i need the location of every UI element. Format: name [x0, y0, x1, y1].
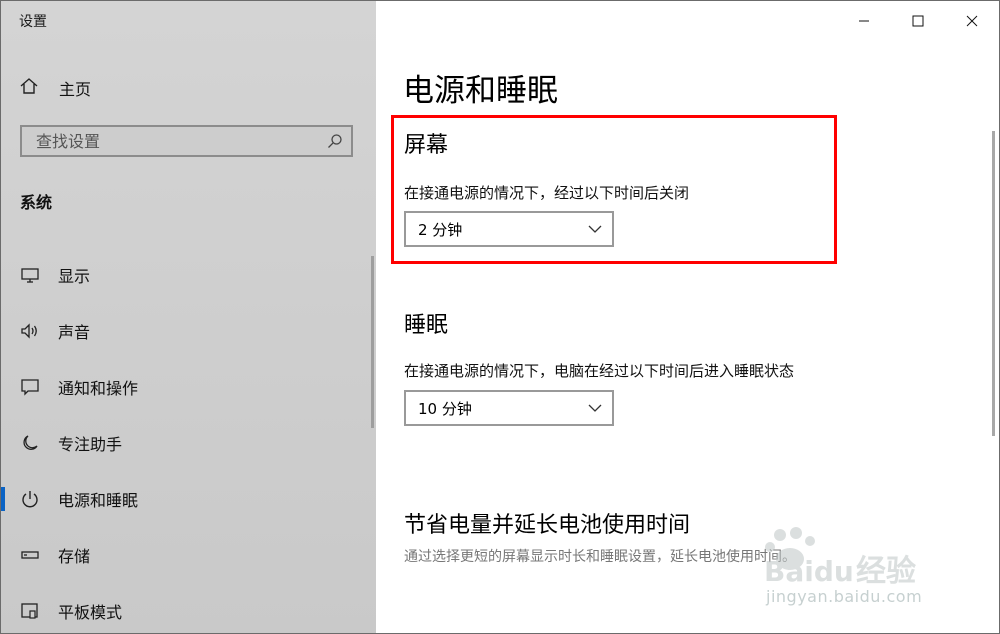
battery-heading: 节省电量并延长电池使用时间	[404, 513, 691, 538]
window-controls	[837, 1, 999, 41]
watermark-url: jingyan.baidu.com	[766, 587, 923, 606]
close-icon	[966, 12, 978, 31]
minimize-button[interactable]	[837, 1, 891, 41]
speaker-icon	[20, 321, 40, 341]
close-button[interactable]	[945, 1, 999, 41]
sidebar-item-tablet-mode[interactable]: 平板模式	[1, 583, 376, 633]
settings-window: 设置 主页 系统 显示 声	[0, 0, 1000, 634]
svg-text:经验: 经验	[856, 554, 916, 587]
sidebar-item-sound[interactable]: 声音	[1, 303, 376, 359]
sidebar-item-label: 专注助手	[58, 435, 123, 454]
home-nav-item[interactable]: 主页	[19, 75, 91, 101]
minimize-icon	[858, 12, 870, 31]
section-title: 系统	[20, 193, 53, 212]
sidebar-item-power-sleep[interactable]: 电源和睡眠	[1, 471, 376, 527]
battery-description: 通过选择更短的屏幕显示时长和睡眠设置，延长电池使用时间。	[404, 549, 796, 565]
home-label: 主页	[59, 80, 92, 99]
search-icon[interactable]	[327, 133, 343, 153]
monitor-icon	[20, 265, 40, 285]
screen-heading: 屏幕	[404, 133, 449, 158]
search-input[interactable]	[34, 130, 328, 152]
page-title: 电源和睡眠	[403, 73, 558, 109]
baidu-watermark: Baidu 经验 jingyan.baidu.com	[756, 523, 956, 613]
chevron-down-icon	[588, 222, 602, 240]
sidebar-item-label: 通知和操作	[58, 379, 139, 398]
sidebar-item-label: 存储	[58, 547, 91, 566]
sidebar-item-label: 声音	[58, 323, 91, 342]
sidebar-item-focus-assist[interactable]: 专注助手	[1, 415, 376, 471]
sidebar-item-notifications[interactable]: 通知和操作	[1, 359, 376, 415]
screen-timeout-dropdown[interactable]: 2 分钟	[404, 211, 614, 247]
screen-description: 在接通电源的情况下，经过以下时间后关闭	[404, 184, 690, 202]
search-box[interactable]	[20, 125, 353, 157]
sleep-description: 在接通电源的情况下，电脑在经过以下时间后进入睡眠状态	[404, 362, 795, 380]
sidebar: 设置 主页 系统 显示 声	[1, 1, 376, 633]
sidebar-nav: 显示 声音 通知和操作 专注助手 电源和睡眠 存储 平板模式	[1, 247, 376, 633]
sidebar-scrollbar[interactable]	[371, 256, 374, 428]
app-title: 设置	[19, 14, 47, 30]
tablet-icon	[20, 601, 40, 621]
notification-icon	[20, 377, 40, 397]
sidebar-item-label: 平板模式	[58, 603, 123, 622]
maximize-button[interactable]	[891, 1, 945, 41]
sleep-heading: 睡眠	[404, 313, 449, 338]
dropdown-value: 2 分钟	[418, 220, 463, 239]
maximize-icon	[912, 12, 924, 31]
moon-icon	[20, 433, 40, 453]
svg-text:Baidu: Baidu	[764, 555, 854, 587]
storage-icon	[20, 545, 40, 565]
power-icon	[20, 489, 40, 509]
sidebar-item-storage[interactable]: 存储	[1, 527, 376, 583]
chevron-down-icon	[588, 401, 602, 419]
sidebar-item-display[interactable]: 显示	[1, 247, 376, 303]
sidebar-item-label: 电源和睡眠	[58, 491, 139, 510]
main-scrollbar[interactable]	[992, 131, 995, 436]
dropdown-value: 10 分钟	[418, 399, 472, 418]
home-icon	[19, 76, 39, 100]
sidebar-item-label: 显示	[58, 267, 91, 286]
sleep-timeout-dropdown[interactable]: 10 分钟	[404, 390, 614, 426]
